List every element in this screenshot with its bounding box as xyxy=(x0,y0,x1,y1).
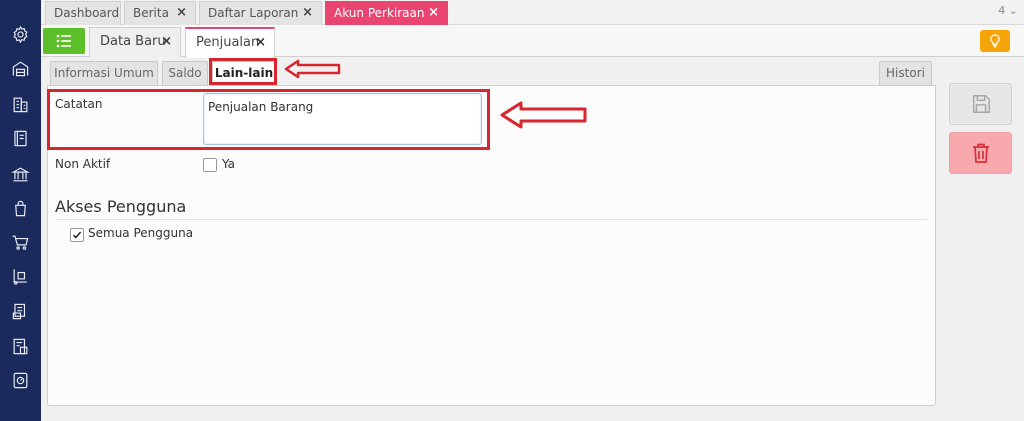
tab-label: Informasi Umum xyxy=(54,66,154,80)
list-menu-button[interactable] xyxy=(43,28,85,54)
non-aktif-checkbox[interactable] xyxy=(203,158,217,172)
list-icon xyxy=(56,34,71,48)
tab-label: Saldo xyxy=(168,66,202,80)
close-icon[interactable]: × xyxy=(161,28,172,56)
close-icon[interactable]: × xyxy=(428,2,439,24)
document-tab-bar: Data Baru × Penjualan × xyxy=(41,25,1024,58)
tab-count: 4 xyxy=(998,4,1006,17)
shopping-bag-icon[interactable] xyxy=(10,198,30,218)
left-sidebar xyxy=(0,0,41,421)
non-aktif-label: Non Aktif xyxy=(55,157,111,171)
tax-icon[interactable] xyxy=(10,336,30,356)
delete-button[interactable] xyxy=(949,132,1012,174)
checkmark-icon xyxy=(72,231,82,239)
tab-data-baru[interactable]: Data Baru × xyxy=(89,27,181,57)
highlight-box-catatan xyxy=(47,89,490,150)
tab-berita[interactable]: Berita × xyxy=(124,1,196,25)
top-tab-bar: Dashboard Berita × Daftar Laporan × Akun… xyxy=(41,0,1024,25)
tab-saldo[interactable]: Saldo xyxy=(162,61,208,85)
book-icon[interactable] xyxy=(10,128,30,148)
close-icon[interactable]: × xyxy=(255,29,266,57)
tab-informasi-umum[interactable]: Informasi Umum xyxy=(50,61,158,85)
tab-label: Data Baru xyxy=(100,34,166,49)
non-aktif-option-label: Ya xyxy=(222,157,236,171)
tab-histori[interactable]: Histori xyxy=(879,61,932,85)
warehouse-icon[interactable] xyxy=(10,58,30,78)
close-icon[interactable]: × xyxy=(176,2,187,24)
report-icon[interactable] xyxy=(10,301,30,321)
floppy-disk-icon xyxy=(972,95,990,113)
tab-daftar-laporan[interactable]: Daftar Laporan × xyxy=(199,1,322,25)
chevron-down-icon: ⌄ xyxy=(1008,4,1018,17)
bank-icon[interactable] xyxy=(10,164,30,184)
tab-akun-perkiraan[interactable]: Akun Perkiraan × xyxy=(325,1,448,25)
building-icon[interactable] xyxy=(10,94,30,114)
section-divider xyxy=(55,219,927,220)
tab-label: Histori xyxy=(886,66,925,80)
semua-pengguna-checkbox[interactable] xyxy=(70,228,84,242)
tab-dashboard[interactable]: Dashboard xyxy=(45,1,121,25)
save-button[interactable] xyxy=(949,83,1012,125)
tab-penjualan[interactable]: Penjualan × xyxy=(185,27,275,58)
tab-label: Daftar Laporan xyxy=(208,6,299,20)
close-icon[interactable]: × xyxy=(302,2,313,24)
akses-pengguna-title: Akses Pengguna xyxy=(55,197,187,216)
highlight-box-tab xyxy=(209,58,277,85)
semua-pengguna-label: Semua Pengguna xyxy=(88,226,194,240)
tab-label: Penjualan xyxy=(196,35,260,50)
tab-count-dropdown[interactable]: 4 ⌄ xyxy=(998,4,1018,17)
dashboard-icon[interactable] xyxy=(10,370,30,390)
cart-icon[interactable] xyxy=(10,232,30,252)
tab-label: Akun Perkiraan xyxy=(334,6,425,20)
tips-button[interactable] xyxy=(980,30,1010,52)
trash-icon xyxy=(972,143,989,163)
lightbulb-icon xyxy=(990,34,1000,48)
gear-icon[interactable] xyxy=(10,24,30,44)
tab-label: Dashboard xyxy=(54,6,120,20)
tab-label: Berita xyxy=(133,6,169,20)
annotation-arrow-catatan xyxy=(500,101,587,129)
hand-truck-icon[interactable] xyxy=(10,266,30,286)
annotation-arrow-tab xyxy=(284,59,341,79)
